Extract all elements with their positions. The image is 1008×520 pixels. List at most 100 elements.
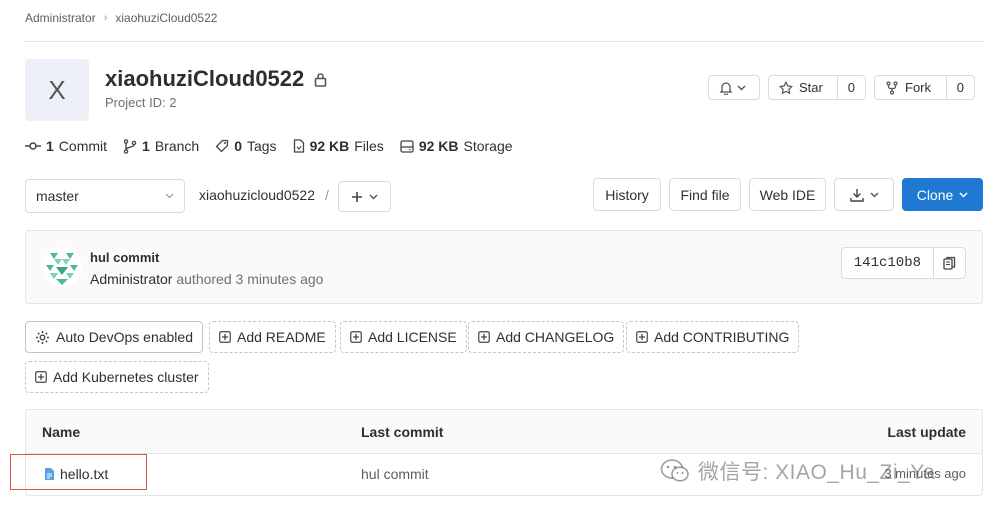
branch-icon — [123, 138, 137, 154]
copy-icon — [943, 256, 956, 270]
commit-title[interactable]: hul commit — [90, 250, 159, 265]
plus-square-icon — [219, 331, 231, 343]
download-dropdown[interactable] — [834, 178, 894, 211]
web-ide-button[interactable]: Web IDE — [749, 178, 826, 211]
chevron-down-icon — [165, 193, 174, 199]
wechat-icon — [660, 459, 689, 482]
add-license-button[interactable]: Add LICENSE — [340, 321, 467, 353]
fork-icon — [886, 80, 898, 95]
commit-sha-group: 141c10b8 — [840, 247, 966, 279]
stat-tags[interactable]: 0 Tags — [215, 138, 277, 154]
project-title: xiaohuziCloud0522 — [105, 66, 327, 92]
watermark: 微信号: XIAO_Hu_Zi_Ya — [660, 456, 935, 486]
stat-branches[interactable]: 1 Branch — [123, 138, 199, 154]
col-last-commit: Last commit — [361, 424, 444, 440]
col-last-update: Last update — [887, 424, 966, 440]
last-commit-panel: hul commit Administrator authored 3 minu… — [25, 230, 983, 304]
find-file-button[interactable]: Find file — [669, 178, 741, 211]
clone-dropdown[interactable]: Clone — [902, 178, 983, 211]
fork-label: Fork — [905, 80, 931, 95]
fork-button[interactable]: Fork 0 — [874, 75, 975, 100]
highlight-box — [10, 454, 147, 490]
storage-size: 92 KB — [418, 138, 459, 154]
commits-label: Commit — [58, 138, 108, 154]
add-contributing-label: Add CONTRIBUTING — [654, 329, 790, 345]
tags-count: 0 — [234, 138, 242, 154]
commit-time: authored 3 minutes ago — [176, 271, 324, 287]
breadcrumb-project[interactable]: xiaohuziCloud0522 — [115, 11, 217, 25]
divider — [25, 41, 983, 42]
storage-label: Storage — [463, 138, 513, 154]
file-icon — [293, 139, 304, 153]
add-changelog-button[interactable]: Add CHANGELOG — [468, 321, 625, 353]
files-label: Files — [354, 138, 384, 154]
chevron-down-icon — [959, 191, 968, 198]
project-avatar: X — [25, 59, 89, 121]
notification-dropdown[interactable] — [708, 75, 760, 100]
avatar[interactable] — [42, 247, 82, 287]
file-last-commit[interactable]: hul commit — [361, 466, 429, 482]
project-avatar-letter: X — [48, 74, 66, 105]
watermark-text: 微信号: XIAO_Hu_Zi_Ya — [698, 461, 936, 484]
table-header: Name Last commit Last update — [26, 410, 982, 454]
plus-square-icon — [35, 371, 47, 383]
branch-name: master — [36, 188, 79, 204]
lock-icon — [314, 72, 327, 87]
repo-path: xiaohuzicloud0522 / — [199, 187, 329, 203]
branches-label: Branch — [154, 138, 200, 154]
storage-icon — [400, 139, 414, 153]
auto-devops-button[interactable]: Auto DevOps enabled — [25, 321, 203, 353]
star-icon — [779, 80, 793, 94]
commit-sha[interactable]: 141c10b8 — [842, 248, 933, 278]
col-name: Name — [42, 424, 81, 440]
find-file-label: Find file — [680, 186, 730, 203]
commits-count: 1 — [46, 138, 54, 154]
fork-count[interactable]: 0 — [945, 76, 974, 99]
gear-icon — [36, 330, 49, 344]
plus-square-icon — [636, 331, 648, 343]
add-readme-label: Add README — [237, 329, 326, 345]
tag-icon — [215, 139, 229, 153]
plus-square-icon — [350, 331, 362, 343]
plus-icon — [352, 191, 362, 202]
stat-commits[interactable]: 1 Commit — [25, 138, 107, 154]
breadcrumb-separator-icon: › — [103, 12, 108, 24]
history-label: History — [605, 186, 649, 203]
copy-sha-button[interactable] — [933, 248, 965, 278]
add-readme-button[interactable]: Add README — [209, 321, 336, 353]
commit-meta: Administrator authored 3 minutes ago — [90, 271, 323, 287]
project-stats: 1 Commit 1 Branch 0 Tags 92 KB Files 92 … — [25, 138, 513, 154]
stat-files[interactable]: 92 KB Files — [293, 138, 384, 154]
branch-select[interactable]: master — [25, 179, 185, 213]
path-separator: / — [324, 187, 329, 203]
commit-author[interactable]: Administrator — [90, 271, 172, 287]
stat-storage[interactable]: 92 KB Storage — [400, 138, 513, 154]
plus-square-icon — [478, 331, 490, 343]
add-kubernetes-label: Add Kubernetes cluster — [53, 369, 199, 385]
clone-label: Clone — [916, 186, 954, 203]
breadcrumb-root[interactable]: Administrator — [25, 11, 96, 25]
commit-icon — [25, 142, 41, 150]
add-contributing-button[interactable]: Add CONTRIBUTING — [626, 321, 800, 353]
auto-devops-label: Auto DevOps enabled — [56, 329, 193, 345]
star-button[interactable]: Star 0 — [768, 75, 866, 100]
web-ide-label: Web IDE — [759, 186, 816, 203]
star-label: Star — [799, 80, 823, 95]
chevron-down-icon — [369, 194, 378, 199]
project-id: Project ID: 2 — [105, 95, 177, 110]
history-button[interactable]: History — [593, 178, 661, 211]
tags-label: Tags — [246, 138, 277, 154]
breadcrumb: Administrator › xiaohuziCloud0522 — [25, 11, 217, 25]
add-to-tree-dropdown[interactable] — [338, 181, 391, 212]
project-name: xiaohuziCloud0522 — [105, 66, 305, 91]
add-license-label: Add LICENSE — [368, 329, 457, 345]
add-changelog-label: Add CHANGELOG — [496, 329, 615, 345]
repo-path-root[interactable]: xiaohuzicloud0522 — [199, 187, 315, 203]
add-kubernetes-button[interactable]: Add Kubernetes cluster — [25, 361, 209, 393]
bell-icon — [719, 81, 733, 95]
download-icon — [849, 188, 864, 202]
files-size: 92 KB — [309, 138, 350, 154]
star-count[interactable]: 0 — [836, 76, 865, 99]
identicon-icon — [42, 247, 82, 287]
chevron-down-icon — [737, 85, 746, 90]
